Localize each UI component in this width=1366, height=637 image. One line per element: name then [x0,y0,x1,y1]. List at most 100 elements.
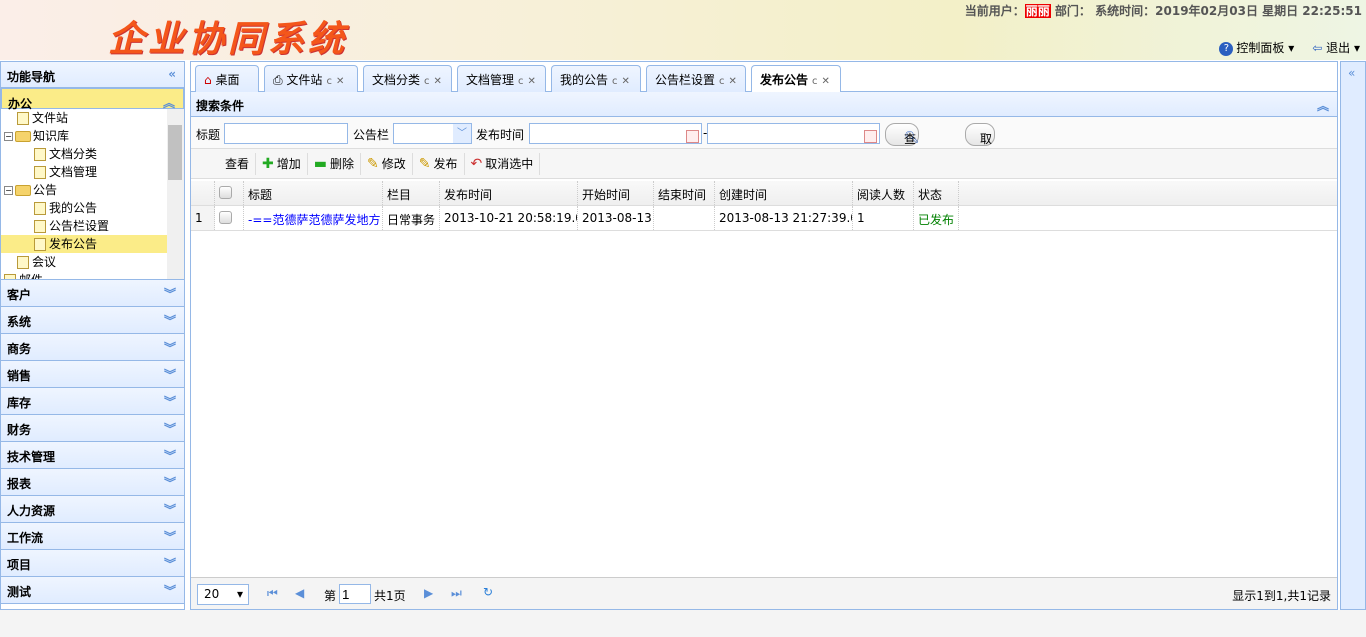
tab[interactable]: 我的公告 c ✕ [551,65,641,92]
toolbar-button[interactable]: ▬ 删除 [308,152,362,175]
column-header[interactable]: 开始时间 [578,181,654,205]
accordion-section[interactable]: 项目 ︾ [1,550,184,577]
header: 企业协同系统 当前用户：丽丽 部门： 系统时间：2019年02月03日 星期日 … [0,0,1366,60]
last-page-icon[interactable]: ⏭ [451,586,462,601]
control-panel-button[interactable]: ? 控制面板 ▾ [1219,39,1294,56]
toolbar-button[interactable]: 查看 [219,152,257,175]
end-date-input[interactable] [707,123,880,144]
accordion-section[interactable]: 工作流 ︾ [1,523,184,550]
first-page-icon[interactable]: ⏮ [267,586,278,601]
tab[interactable]: 发布公告 c ✕ [751,65,841,93]
collapse-icon[interactable]: − [4,186,13,195]
collapse-icon[interactable]: − [4,132,13,141]
checkbox[interactable] [219,211,232,224]
select-all-checkbox[interactable] [215,181,244,205]
refresh-icon[interactable]: c [326,76,332,87]
column-header[interactable]: 标题 [244,181,383,205]
refresh-icon[interactable]: c [612,76,618,87]
tab[interactable]: ⌂ 桌面 [195,65,259,92]
column-header[interactable]: 阅读人数 [853,181,914,205]
column-header[interactable]: 状态 [914,181,959,205]
tree-item[interactable]: 公告栏设置 [1,217,184,235]
prev-page-icon[interactable]: ◀ [295,586,304,600]
logout-button[interactable]: ⇦ 退出 ▾ [1312,39,1360,56]
column-header[interactable]: 结束时间 [654,181,715,205]
refresh-icon[interactable]: c [424,76,430,87]
page-input[interactable] [339,584,371,604]
section-label: 技术管理 [7,450,56,464]
tree-item[interactable]: 我的公告 [1,199,184,217]
tree-item[interactable]: − 知识库 [1,127,184,145]
close-icon[interactable]: ✕ [434,76,442,87]
calendar-icon[interactable] [686,130,699,143]
page-size-select[interactable]: 20 ▾ [197,584,249,605]
close-icon[interactable]: ✕ [622,76,630,87]
tree-item[interactable]: 发布公告 [1,235,168,253]
close-icon[interactable]: ✕ [822,76,830,87]
table-cell [654,206,715,230]
tab[interactable]: 公告栏设置 c ✕ [646,65,746,92]
row-checkbox-cell[interactable] [215,206,244,230]
tab[interactable]: 文档管理 c ✕ [457,65,546,92]
toolbar-button[interactable]: ✚ 增加 [256,152,308,175]
tab[interactable]: 文档分类 c ✕ [363,65,452,92]
collapse-left-icon[interactable]: « [168,67,176,81]
close-icon[interactable]: ✕ [336,76,344,87]
next-page-icon[interactable]: ▶ [424,586,433,600]
tree-item[interactable]: − 公告 [1,181,184,199]
toolbar-button[interactable]: ✎ 发布 [413,152,465,175]
accordion-section[interactable]: 财务 ︾ [1,415,184,442]
toolbar-button[interactable]: ✎ 修改 [361,152,413,175]
table-row[interactable]: 1 -==范德萨范德萨发地方 日常事务 2013-10-21 20:58:19.0 20… [191,206,1337,231]
accordion-section[interactable]: 客户 ︾ [1,280,184,307]
tree-item[interactable]: 文档分类 [1,145,184,163]
query-button[interactable]: 🔍︎ 查询 [885,123,919,163]
toolbar-label: 查看 [225,156,250,171]
tree-item[interactable]: 文件站 [1,109,184,127]
right-panel-collapsed[interactable]: « [1340,61,1366,610]
accordion-section[interactable]: 销售 ︾ [1,361,184,388]
column-header[interactable]: 创建时间 [715,181,853,205]
refresh-icon[interactable]: c [812,76,818,87]
accordion-section[interactable]: 人力资源 ︾ [1,496,184,523]
close-icon[interactable]: ✕ [729,76,737,87]
toolbar-label: 修改 [381,156,406,171]
refresh-icon[interactable]: ↻ [483,585,493,599]
tab[interactable]: ⎙ 文件站 c ✕ [264,65,358,92]
username: 丽丽 [1024,4,1051,18]
expand-right-icon[interactable]: « [1348,66,1355,80]
close-icon[interactable]: ✕ [528,76,536,87]
accordion-section[interactable]: 库存 ︾ [1,388,184,415]
accordion-section[interactable]: 商务 ︾ [1,334,184,361]
toolbar-label: 增加 [276,156,301,171]
search-title: 搜索条件 [196,99,245,113]
refresh-icon[interactable]: c [719,76,725,87]
tree-item[interactable]: 文档管理 [1,163,184,181]
tree-item[interactable]: 邮件 [1,271,184,279]
cancel-button[interactable]: 取消 [965,123,995,163]
toolbar-label: 删除 [330,156,355,171]
title-input[interactable] [224,123,348,144]
search-form: 标题 公告栏 ﹀ 发布时间 - 🔍︎ 查询 取消 [191,117,1337,163]
chevron-up-icon[interactable]: ︽ [1317,97,1329,114]
accordion-section[interactable]: 技术管理 ︾ [1,442,184,469]
refresh-icon[interactable]: c [518,76,524,87]
accordion-section[interactable]: 测试 ︾ [1,577,184,604]
accordion-office[interactable]: 办公 ︽ [1,88,184,111]
page-prefix: 第 [324,589,337,603]
accordion-section[interactable]: 报表 ︾ [1,469,184,496]
calendar-icon[interactable] [864,130,877,143]
toolbar-button[interactable]: ↶ 取消选中 [465,152,541,175]
tree-scrollbar[interactable] [167,109,184,279]
column-header[interactable]: 发布时间 [440,181,578,205]
checkbox[interactable] [219,186,232,199]
start-date-input[interactable] [529,123,702,144]
board-select[interactable]: ﹀ [393,123,472,144]
title-label: 标题 [196,128,221,142]
tab-label: 公告栏设置 [655,73,716,87]
table-cell[interactable]: -==范德萨范德萨发地方 [244,206,383,230]
column-header[interactable]: 栏目 [383,181,440,205]
chevron-down-icon: ︾ [163,476,176,490]
tree-item[interactable]: 会议 [1,253,184,271]
accordion-section[interactable]: 系统 ︾ [1,307,184,334]
